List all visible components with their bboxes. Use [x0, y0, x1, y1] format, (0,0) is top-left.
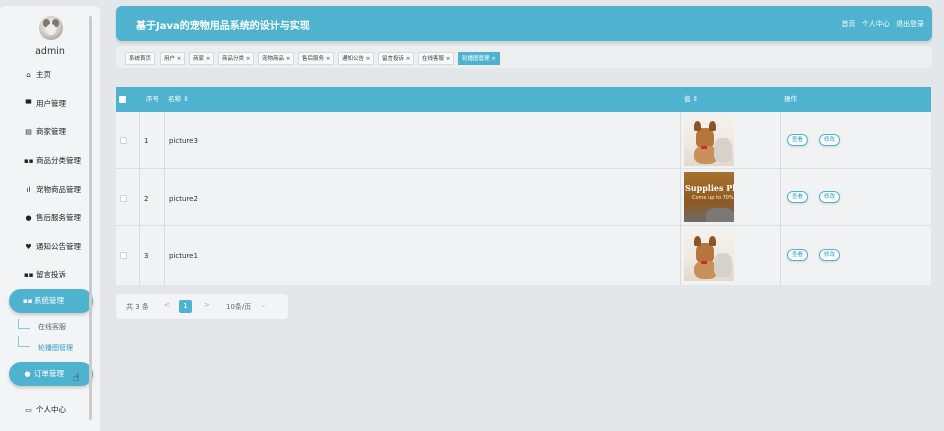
column-divider [680, 112, 681, 285]
select-all-checkbox[interactable] [119, 96, 126, 103]
row-divider [116, 168, 931, 169]
dog-cat-image [684, 116, 734, 166]
header-link-profile[interactable]: 个人中心 [862, 20, 890, 28]
sidebar-subitem-carousel[interactable]: 轮播图管理 [38, 343, 73, 353]
column-header-actions: 操作 [784, 95, 797, 103]
column-header-name[interactable]: 名称 ⇕ [168, 87, 189, 112]
view-button[interactable]: 查看 [787, 191, 809, 203]
sidebar-item-label: 宠物商品管理 [36, 185, 81, 194]
image-text: Come up to 70% [692, 195, 734, 201]
tab-messages[interactable]: 留言投诉 × [378, 52, 415, 65]
edit-button[interactable]: 修改 [819, 249, 841, 261]
sidebar-item-label: 商品分类管理 [36, 156, 81, 165]
row-name: picture2 [169, 195, 198, 203]
page-1-button[interactable]: 1 [179, 300, 192, 313]
column-divider [164, 112, 165, 285]
sidebar-item-after-sales[interactable]: ● 售后服务管理 [24, 211, 81, 225]
trophy-icon: ♥ [25, 243, 32, 251]
header-link-logout[interactable]: 退出登录 [896, 20, 924, 28]
sidebar-item-label: 订单管理 [34, 369, 64, 378]
bar-chart-icon: ıl [26, 186, 31, 194]
tab-users[interactable]: 用户 × [160, 52, 186, 65]
tab-notices[interactable]: 通知公告 × [338, 52, 375, 65]
page-size-select[interactable]: 10条/页 [226, 302, 251, 312]
sidebar-item-system[interactable]: ▪▪ 系统管理 [9, 289, 93, 313]
sidebar-item-label: 用户管理 [36, 99, 66, 108]
image-text: Supplies Plu [685, 183, 734, 193]
sidebar-scrollbar[interactable] [89, 16, 92, 420]
header-links: 首页 个人中心 退出登录 [838, 19, 924, 29]
sidebar-item-categories[interactable]: ▪▪ 商品分类管理 [24, 154, 81, 168]
table-header: 序号 名称 ⇕ 值 ⇕ 操作 [116, 87, 931, 112]
sidebar-item-orders[interactable]: ● 订单管理 [9, 362, 93, 386]
column-divider [139, 112, 140, 285]
sidebar-subitem-online-service[interactable]: 在线客服 [38, 322, 66, 332]
tab-products[interactable]: 宠物商品 × [258, 52, 295, 65]
sidebar-item-label: 留言投诉 [36, 270, 66, 279]
tab-bar: 系统首页 用户 × 商家 × 商品分类 × 宠物商品 × 售后服务 × 通知公告… [116, 46, 932, 68]
home-icon: ⌂ [26, 71, 31, 79]
sidebar-item-products[interactable]: ıl 宠物商品管理 [24, 183, 81, 197]
tab-after-sales[interactable]: 售后服务 × [298, 52, 335, 65]
chevron-down-icon[interactable]: ⌄ [261, 302, 266, 309]
next-page-button[interactable]: > [204, 301, 210, 309]
column-divider [780, 112, 781, 285]
sidebar-item-messages[interactable]: ▪▪ 留言投诉 [24, 268, 66, 282]
column-header-value[interactable]: 值 ⇕ [684, 87, 698, 112]
sidebar-item-label: 通知公告管理 [36, 242, 81, 251]
row-name: picture3 [169, 137, 198, 145]
view-button[interactable]: 查看 [787, 249, 809, 261]
grid-icon: ▪▪ [24, 271, 34, 279]
row-index: 1 [144, 137, 149, 145]
tab-categories[interactable]: 商品分类 × [218, 52, 255, 65]
username: admin [35, 46, 65, 57]
row-checkbox[interactable] [120, 252, 127, 259]
row-checkbox[interactable] [120, 137, 127, 144]
avatar[interactable] [39, 16, 63, 40]
prev-page-button[interactable]: < [164, 301, 170, 309]
monitor-icon: ▀ [25, 100, 32, 108]
view-button[interactable]: 查看 [787, 134, 809, 146]
app-title: 基于Java的宠物用品系统的设计与实现 [136, 21, 310, 32]
row-index: 2 [144, 195, 149, 203]
grid-icon: ▪▪ [24, 157, 34, 165]
row-index: 3 [144, 252, 149, 260]
tree-connector [18, 336, 30, 347]
data-table: 序号 名称 ⇕ 值 ⇕ 操作 1 picture3 查看 修改 2 pictur… [116, 87, 931, 285]
sidebar-item-notices[interactable]: ♥ 通知公告管理 [24, 240, 81, 254]
sidebar-item-home[interactable]: ⌂ 主页 [24, 68, 51, 82]
window-icon: ▭ [25, 406, 32, 414]
tab-merchants[interactable]: 商家 × [189, 52, 215, 65]
person-icon: ● [25, 214, 32, 222]
sidebar-item-merchants[interactable]: ▤ 商家管理 [24, 125, 66, 139]
supplies-image: Supplies Plu Come up to 70% [684, 172, 734, 222]
person-icon: ● [24, 370, 31, 378]
sidebar-item-profile[interactable]: ▭ 个人中心 [24, 403, 66, 417]
header-link-home[interactable]: 首页 [842, 20, 856, 28]
document-icon: ▤ [25, 128, 32, 136]
sidebar-item-label: 个人中心 [36, 405, 66, 414]
tree-connector [18, 319, 30, 329]
edit-button[interactable]: 修改 [819, 134, 841, 146]
row-checkbox[interactable] [120, 195, 127, 202]
sidebar-item-label: 系统管理 [34, 296, 64, 305]
tab-carousel[interactable]: 轮播图管理 × [458, 52, 500, 65]
row-divider [116, 225, 931, 226]
tab-home[interactable]: 系统首页 [125, 52, 156, 65]
top-header: 基于Java的宠物用品系统的设计与实现 首页 个人中心 退出登录 [116, 6, 932, 41]
row-name: picture1 [169, 252, 198, 260]
tab-online-service[interactable]: 在线客服 × [418, 52, 455, 65]
dog-cat-image [684, 231, 734, 281]
pagination: 共 3 条 < 1 > 10条/页 ⌄ [116, 294, 288, 319]
hand-cursor-icon: ☝ [73, 371, 80, 384]
sidebar-item-label: 商家管理 [36, 127, 66, 136]
edit-button[interactable]: 修改 [819, 191, 841, 203]
sidebar-item-label: 主页 [36, 70, 51, 79]
grid-icon: ▪▪ [23, 297, 33, 305]
pagination-total: 共 3 条 [126, 303, 149, 311]
column-header-index: 序号 [146, 95, 159, 103]
sidebar: admin ⌂ 主页 ▀ 用户管理 ▤ 商家管理 ▪▪ 商品分类管理 ıl 宠物商品管理 … [0, 6, 100, 431]
sidebar-item-label: 售后服务管理 [36, 213, 81, 222]
sidebar-item-users[interactable]: ▀ 用户管理 [24, 97, 66, 111]
